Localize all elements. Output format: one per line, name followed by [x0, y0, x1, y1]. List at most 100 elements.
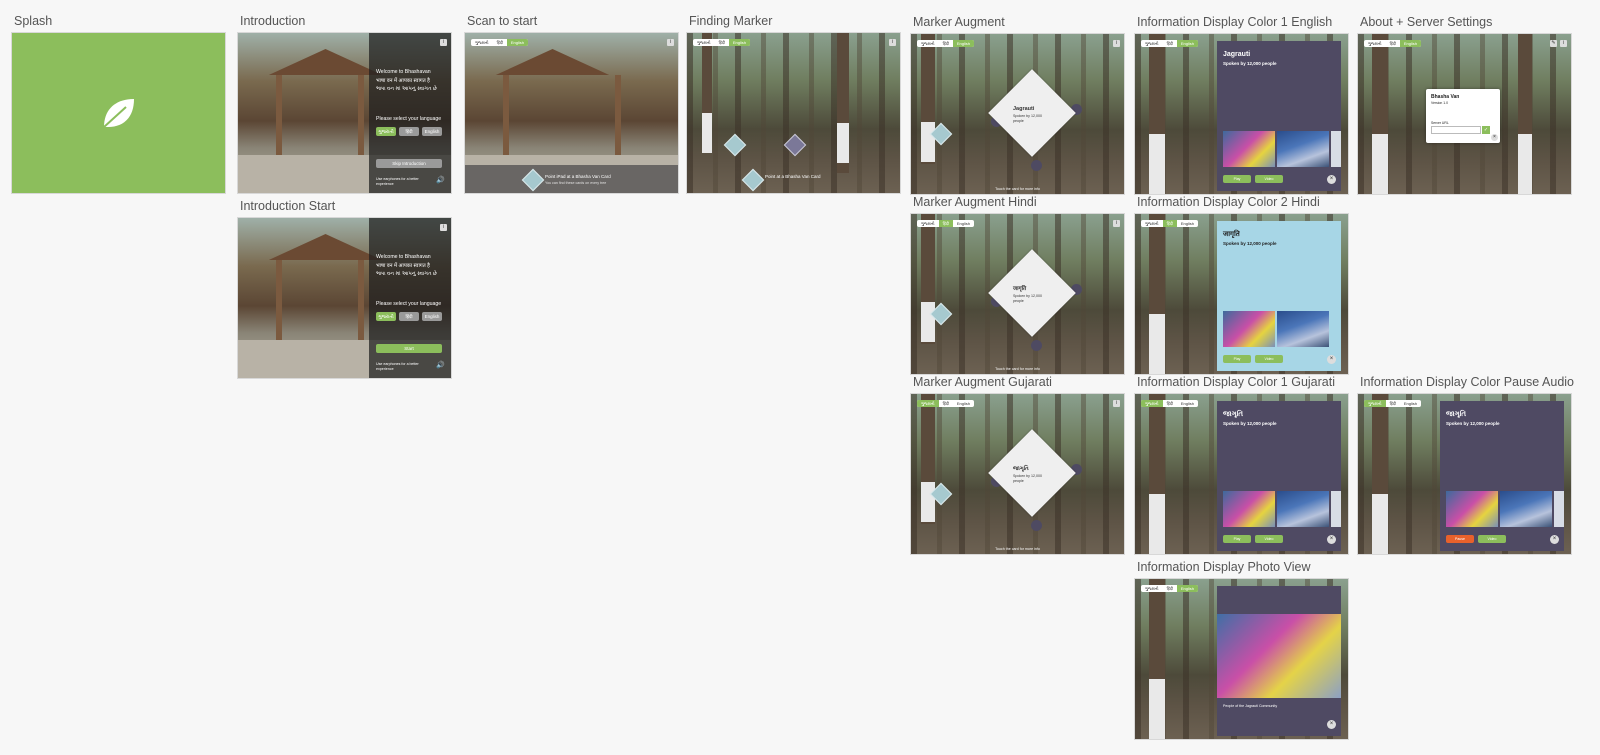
tree-paint — [1149, 314, 1165, 374]
language-switcher[interactable]: ગુજરાતી हिंदी English — [1364, 400, 1422, 407]
language-switcher[interactable]: ગુજરાતી हिंदी English — [1141, 40, 1199, 47]
info-icon[interactable]: i — [1113, 400, 1120, 407]
info-photo[interactable] — [1223, 131, 1275, 167]
language-switcher[interactable]: ગુજરાતી हिंदी English — [917, 220, 975, 227]
lang-tab-hindi[interactable]: हिंदी — [1163, 40, 1177, 47]
lang-tab-gujarati[interactable]: ગુજરાતી — [1364, 40, 1386, 47]
lang-tab-english[interactable]: English — [1400, 400, 1421, 407]
tree-paint — [1372, 134, 1388, 194]
info-photo[interactable] — [1554, 491, 1564, 527]
close-icon[interactable]: × — [1327, 720, 1336, 729]
lang-tab-gujarati[interactable]: ગુજરાતી — [1141, 220, 1163, 227]
info-photo[interactable] — [1277, 131, 1329, 167]
lang-tab-english[interactable]: English — [728, 39, 751, 46]
lang-tab-english[interactable]: English — [1176, 585, 1199, 592]
info-icon[interactable]: i — [1113, 220, 1120, 227]
speaker-icon[interactable]: 🔊 — [436, 361, 445, 372]
lang-tab-english[interactable]: English — [952, 40, 975, 47]
close-icon[interactable]: × — [1327, 355, 1336, 364]
close-icon[interactable]: × — [1327, 535, 1336, 544]
lang-button-gujarati[interactable]: ગુજરાતી — [376, 127, 396, 136]
large-photo[interactable] — [1217, 614, 1341, 698]
language-switcher[interactable]: ગુજરાતી हिंदी English — [1141, 220, 1199, 227]
lang-tab-hindi[interactable]: हिंदी — [1163, 585, 1177, 592]
lang-button-hindi[interactable]: हिंदी — [399, 127, 419, 136]
info-photo[interactable] — [1331, 491, 1341, 527]
language-switcher[interactable]: ગુજરાતી हिंदी English — [693, 39, 751, 46]
lang-tab-hindi[interactable]: हिंदी — [938, 220, 953, 227]
lang-tab-hindi[interactable]: हिंदी — [1162, 220, 1177, 227]
lang-tab-gujarati[interactable]: ગુજરાતી — [471, 39, 493, 46]
lang-tab-english[interactable]: English — [1399, 40, 1422, 47]
info-icon[interactable]: i — [1113, 40, 1120, 47]
info-photo[interactable] — [1223, 491, 1275, 527]
language-switcher[interactable]: ગુજરાતી हिंदी English — [1141, 585, 1199, 592]
lang-tab-english[interactable]: English — [506, 39, 529, 46]
info-icon[interactable]: i — [1560, 40, 1567, 47]
lang-tab-hindi[interactable]: हिंदी — [1386, 40, 1400, 47]
lang-tab-english[interactable]: English — [1177, 400, 1198, 407]
lang-button-gujarati[interactable]: ગુજરાતી — [376, 312, 396, 321]
info-photo[interactable] — [1277, 311, 1329, 347]
video-button[interactable]: Video — [1478, 535, 1506, 543]
lang-tab-english[interactable]: English — [1177, 220, 1198, 227]
lang-tab-gujarati[interactable]: ગુજરાતી — [693, 39, 715, 46]
lang-tab-hindi[interactable]: हिंदी — [939, 40, 953, 47]
play-audio-button[interactable]: Play — [1223, 175, 1251, 183]
lang-tab-gujarati[interactable]: ગુજરાતી — [1141, 585, 1163, 592]
info-pause-screen: ગુજરાતી हिंदी English જાગૃતિ Spoken by 1… — [1358, 394, 1571, 554]
language-switcher[interactable]: ગુજરાતી हिंदी English — [1141, 400, 1199, 407]
speaker-icon[interactable]: 🔊 — [436, 176, 445, 187]
lang-button-english[interactable]: English — [422, 312, 442, 321]
skip-intro-button[interactable]: Skip Introduction — [376, 159, 442, 168]
info-icon[interactable]: i — [440, 224, 447, 231]
info-spoken: Spoken by 12,000 people — [1223, 61, 1277, 66]
info-photo[interactable] — [1446, 491, 1498, 527]
lang-tab-gujarati[interactable]: ગુજરાતી — [917, 40, 939, 47]
lang-tab-gujarati[interactable]: ગુજરાતી — [1141, 40, 1163, 47]
close-icon[interactable]: × — [1327, 175, 1336, 184]
pause-audio-button[interactable]: Pause — [1446, 535, 1474, 543]
about-screen: ગુજરાતી हिंदी English ✎ i Bhasha Van Ver… — [1358, 34, 1571, 194]
close-icon[interactable]: × — [1491, 134, 1498, 141]
settings-icon[interactable]: ✎ — [1550, 40, 1557, 47]
welcome-text: Welcome to Bhashavan — [376, 69, 431, 75]
language-switcher[interactable]: ગુજરાતી हिंदी English — [471, 39, 529, 46]
lang-tab-english[interactable]: English — [953, 220, 974, 227]
play-audio-button[interactable]: Play — [1223, 535, 1251, 543]
start-button[interactable]: Start — [376, 344, 442, 353]
tree-paint — [921, 302, 935, 342]
video-button[interactable]: Video — [1255, 535, 1283, 543]
language-switcher[interactable]: ગુજરાતી हिंदी English — [917, 400, 975, 407]
play-audio-button[interactable]: Play — [1223, 355, 1251, 363]
info-icon[interactable]: i — [889, 39, 896, 46]
lang-button-hindi[interactable]: हिंदी — [399, 312, 419, 321]
info-photo[interactable] — [1331, 131, 1341, 167]
lang-tab-hindi[interactable]: हिंदी — [1386, 400, 1400, 407]
lang-tab-hindi[interactable]: हिंदी — [1163, 400, 1177, 407]
lang-tab-english[interactable]: English — [1176, 40, 1199, 47]
scan-screen: ગુજરાતી हिंदी English i Point iPad at a … — [465, 33, 678, 193]
info-icon[interactable]: i — [440, 39, 447, 46]
lang-tab-hindi[interactable]: हिंदी — [493, 39, 507, 46]
server-url-input[interactable] — [1431, 126, 1481, 134]
lang-tab-gujarati[interactable]: ગુજરાતી — [917, 400, 939, 407]
lang-tab-gujarati[interactable]: ગુજરાતી — [1364, 400, 1386, 407]
language-switcher[interactable]: ગુજરાતી हिंदी English — [1364, 40, 1422, 47]
info-icon[interactable]: i — [667, 39, 674, 46]
lang-button-english[interactable]: English — [422, 127, 442, 136]
confirm-button[interactable]: ✓ — [1482, 126, 1490, 134]
lang-tab-hindi[interactable]: हिंदी — [715, 39, 729, 46]
info-photo[interactable] — [1277, 491, 1329, 527]
lang-tab-english[interactable]: English — [953, 400, 974, 407]
lang-tab-gujarati[interactable]: ગુજરાતી — [917, 220, 939, 227]
language-switcher[interactable]: ગુજરાતી हिंदी English — [917, 40, 975, 47]
lang-tab-gujarati[interactable]: ગુજરાતી — [1141, 400, 1163, 407]
lang-tab-hindi[interactable]: हिंदी — [939, 400, 953, 407]
server-url-label: Server URL — [1431, 121, 1449, 125]
info-photo[interactable] — [1500, 491, 1552, 527]
close-icon[interactable]: × — [1550, 535, 1559, 544]
video-button[interactable]: Video — [1255, 355, 1283, 363]
video-button[interactable]: Video — [1255, 175, 1283, 183]
info-photo[interactable] — [1223, 311, 1275, 347]
